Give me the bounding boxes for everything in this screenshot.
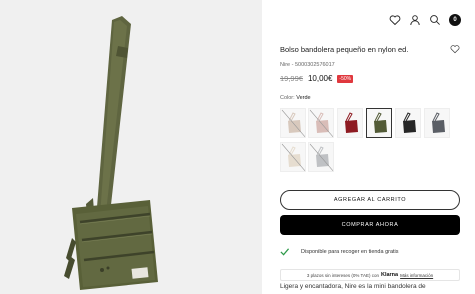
swatch-red[interactable]: [337, 108, 363, 138]
product-info-panel: 0 Bolso bandolera pequeño en nylon ed. N…: [262, 0, 475, 294]
title-row: Bolso bandolera pequeño en nylon ed.: [280, 44, 460, 54]
wishlist-heart-icon[interactable]: [450, 44, 460, 54]
product-image[interactable]: [0, 0, 262, 294]
cart-count: 0: [453, 17, 457, 23]
swatch-pink[interactable]: [308, 108, 334, 138]
product-description: Ligera y encantadora, Nire es la mini ba…: [280, 283, 426, 290]
checkmark-icon: [280, 248, 289, 256]
swatch-black[interactable]: [395, 108, 421, 138]
klarna-more-link[interactable]: Más información: [400, 273, 433, 278]
buy-now-button[interactable]: COMPRAR AHORA: [280, 215, 460, 235]
bag-illustration: [64, 16, 158, 290]
color-label: Color: Verde: [280, 95, 311, 101]
klarna-text: 3 plazos sin intereses (0% TAE) con: [306, 272, 379, 278]
klarna-banner: 3 plazos sin intereses (0% TAE) con Klar…: [280, 269, 460, 281]
header-icons: 0: [389, 14, 461, 26]
product-sku: Nire - 5000302576017: [280, 62, 335, 68]
product-title: Bolso bandolera pequeño en nylon ed.: [280, 44, 409, 54]
user-icon[interactable]: [409, 14, 421, 26]
new-price: 10,00€: [307, 74, 333, 83]
pickup-text: Disponible para recoger en tienda gratis: [301, 248, 399, 255]
search-icon[interactable]: [429, 14, 441, 26]
color-name: Verde: [296, 95, 311, 101]
discount-badge: -50%: [337, 74, 354, 83]
price-row: 19,99€ 10,00€ -50%: [280, 74, 354, 83]
swatch-cream[interactable]: [280, 142, 306, 172]
heart-icon[interactable]: [389, 14, 401, 26]
swatch-grey[interactable]: [424, 108, 450, 138]
klarna-logo: Klarna: [380, 272, 399, 278]
store-pickup: Disponible para recoger en tienda gratis: [280, 247, 399, 256]
color-prefix: Color:: [280, 95, 297, 101]
old-price: 19,99€: [280, 74, 303, 83]
swatch-silver[interactable]: [308, 142, 334, 172]
add-to-cart-button[interactable]: AGREGAR AL CARRITO: [280, 190, 460, 210]
cart-icon[interactable]: 0: [449, 14, 461, 26]
swatch-green[interactable]: [366, 108, 392, 138]
swatch-beige[interactable]: [280, 108, 306, 138]
